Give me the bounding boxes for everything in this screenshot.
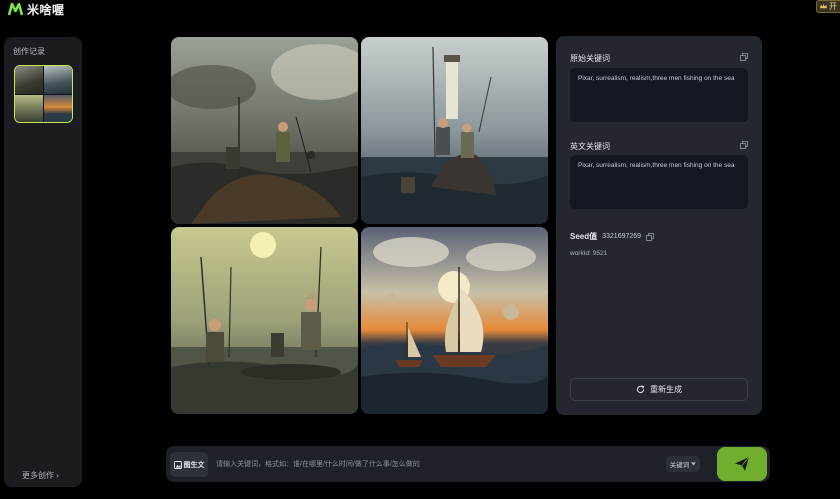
chevron-down-icon [691, 462, 697, 466]
history-item-selected[interactable] [14, 65, 73, 123]
regenerate-label: 重新生成 [650, 385, 682, 394]
image-tile-2[interactable] [361, 37, 548, 224]
english-keywords-label: 英文关键词 [570, 142, 610, 151]
copy-icon[interactable] [740, 53, 748, 61]
thumb-2 [44, 66, 72, 94]
crown-icon [820, 3, 827, 9]
thumb-4 [44, 94, 72, 122]
image-three-men-fishing-rocks [171, 37, 358, 224]
top-right-button[interactable]: 开 [816, 0, 840, 13]
work-id: workId: 9521 [570, 250, 608, 257]
original-keywords-box[interactable]: Pixar, surrealism, realism,three men fis… [570, 68, 748, 122]
sidebar-title: 创作记录 [13, 47, 45, 56]
refresh-icon [636, 385, 645, 394]
logo-icon [8, 3, 23, 16]
mode-select[interactable]: 关键词 [666, 456, 700, 472]
thumb-3 [15, 94, 43, 122]
image-sailboats-sunset [361, 227, 548, 414]
image-tile-1[interactable] [171, 37, 358, 224]
seed-label: Seed值 [570, 232, 598, 241]
copy-icon[interactable] [740, 141, 748, 149]
history-sidebar: 创作记录 更多创作 › [4, 37, 82, 487]
logo[interactable]: 米啥喔 [8, 1, 65, 18]
regenerate-button[interactable]: 重新生成 [570, 378, 748, 401]
prompt-bar: 图生文 关键词 [166, 446, 770, 482]
image-tile-4[interactable] [361, 227, 548, 414]
mode-select-label: 关键词 [669, 462, 690, 469]
image-men-fishing-yellow-sun [171, 227, 358, 414]
image-to-text-button[interactable]: 图生文 [170, 452, 208, 477]
prompt-input[interactable] [216, 452, 656, 476]
image-grid [171, 37, 548, 414]
image-to-text-label: 图生文 [183, 461, 205, 469]
thumb-1 [15, 66, 43, 94]
copy-icon[interactable] [646, 232, 655, 241]
image-icon [173, 460, 182, 469]
english-keywords-box[interactable]: Pixar, surrealism, realism,three men fis… [570, 155, 748, 209]
send-button[interactable] [717, 447, 767, 481]
details-panel: 原始关键词 Pixar, surrealism, realism,three m… [556, 36, 762, 415]
logo-text: 米啥喔 [27, 3, 65, 17]
top-right-label: 开 [829, 2, 837, 11]
top-bar: 米啥喔 开 [0, 0, 840, 18]
seed-value: 3321697269 [602, 233, 642, 240]
image-men-fishing-lighthouse [361, 37, 548, 224]
send-icon [735, 456, 750, 471]
image-tile-3[interactable] [171, 227, 358, 414]
more-creations-link[interactable]: 更多创作 › [22, 470, 59, 481]
original-keywords-label: 原始关键词 [570, 54, 610, 63]
seed-row: Seed值 3321697269 [570, 231, 655, 242]
